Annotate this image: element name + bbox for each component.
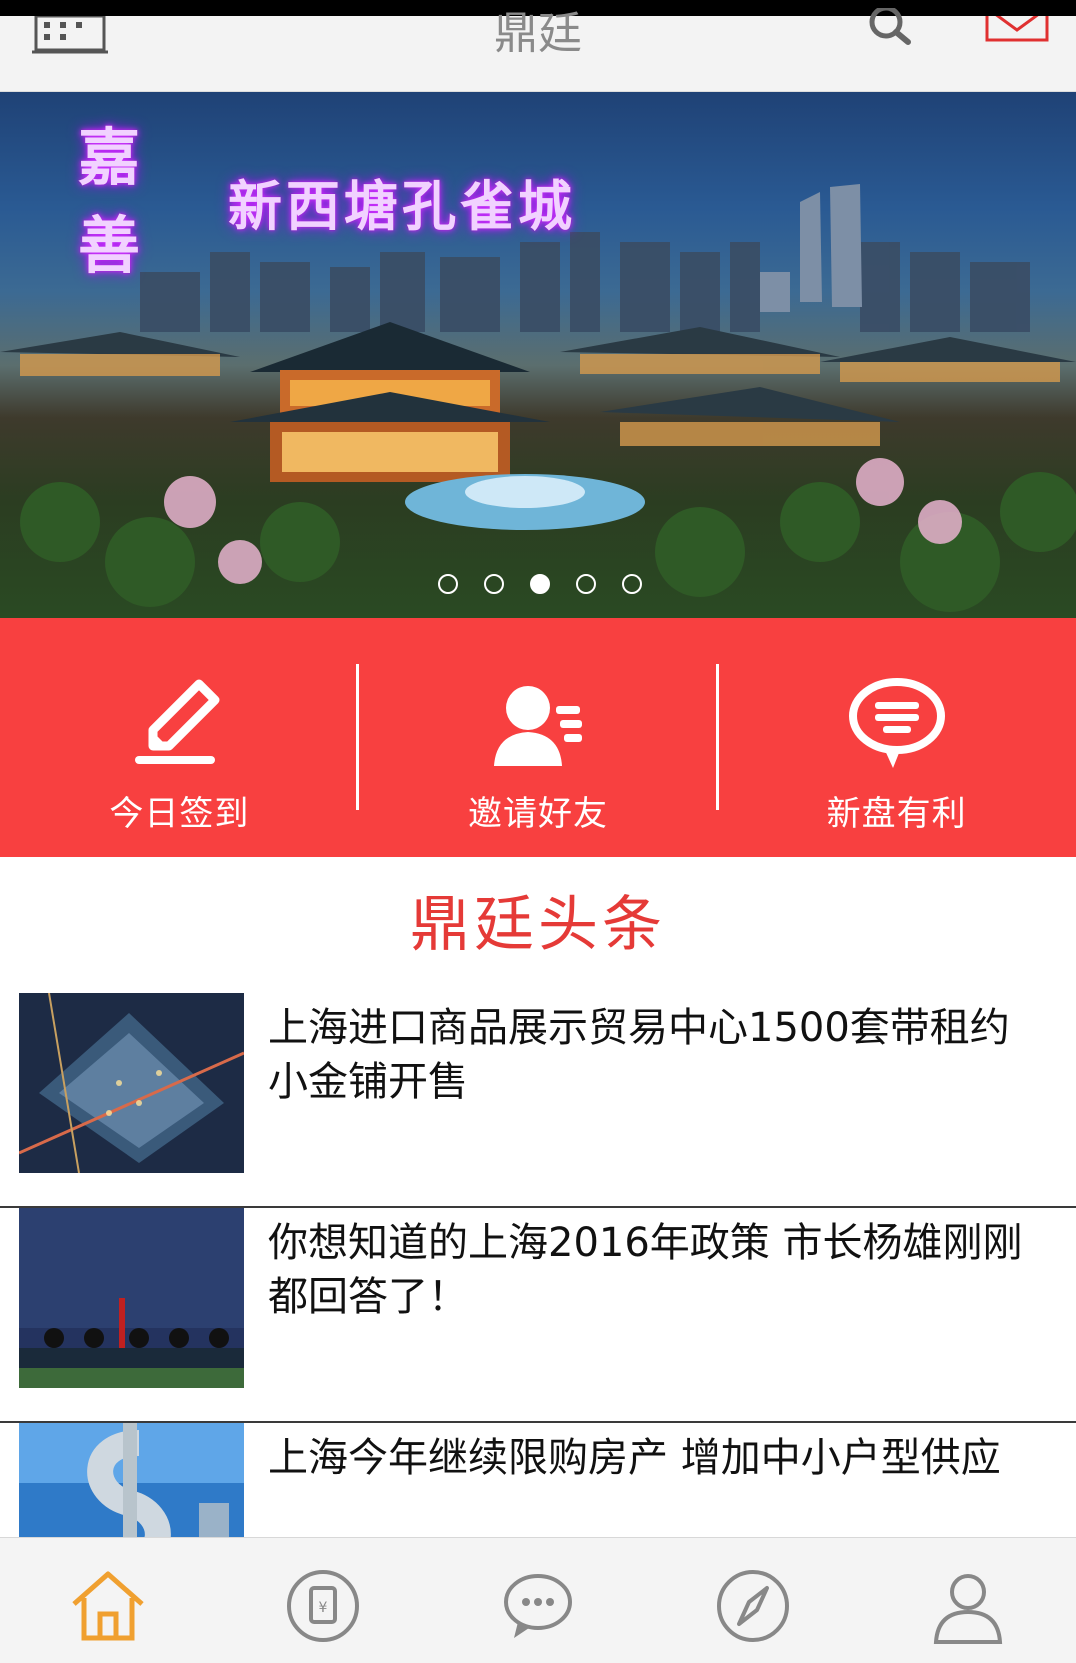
top-app-bar: 鼎廷 <box>0 8 1076 92</box>
compass-icon <box>717 1570 790 1642</box>
bottom-navigation: ¥ <box>0 1537 1076 1663</box>
quick-actions-bar: 今日签到 邀请好友 新盘有利 <box>0 618 1076 857</box>
news-item[interactable]: 你想知道的上海2016年政策 市长杨雄刚刚都回答了！ <box>0 1208 1076 1423</box>
user-icon <box>934 1574 1003 1644</box>
wallet-icon: ¥ <box>286 1570 359 1642</box>
news-title: 你想知道的上海2016年政策 市长杨雄刚刚都回答了！ <box>268 1220 1023 1320</box>
quick-action-label: 新盘有利 <box>826 794 967 834</box>
carousel-dot[interactable] <box>576 574 596 594</box>
carousel-dot[interactable] <box>438 574 458 594</box>
news-thumbnail <box>19 993 244 1173</box>
carousel-dot-active[interactable] <box>530 574 550 594</box>
nav-profile[interactable] <box>861 1538 1076 1663</box>
promo-banner[interactable]: 嘉善 新西塘孔雀城 <box>0 92 1076 618</box>
nav-discover[interactable] <box>646 1538 861 1663</box>
news-thumbnail <box>19 1208 244 1388</box>
news-title: 上海进口商品展示贸易中心1500套带租约小金铺开售 <box>268 1005 1010 1105</box>
section-title: 鼎廷头条 <box>410 890 666 960</box>
pencil-icon <box>135 679 220 764</box>
search-icon[interactable] <box>862 8 922 52</box>
quick-action-checkin[interactable]: 今日签到 <box>0 618 359 857</box>
quick-action-invite[interactable]: 邀请好友 <box>359 618 718 857</box>
banner-brand-text: 嘉善 <box>78 121 141 282</box>
nav-home[interactable] <box>0 1538 215 1663</box>
home-icon <box>71 1571 144 1641</box>
chat-bubble-icon <box>848 678 945 768</box>
mail-icon[interactable] <box>985 16 1049 42</box>
message-icon <box>504 1574 572 1638</box>
news-item[interactable]: 上海进口商品展示贸易中心1500套带租约小金铺开售 <box>0 993 1076 1208</box>
carousel-indicator <box>0 574 1076 594</box>
nav-messages[interactable] <box>430 1538 645 1663</box>
quick-action-label: 邀请好友 <box>468 794 608 834</box>
quick-action-label: 今日签到 <box>109 794 250 834</box>
carousel-dot[interactable] <box>622 574 642 594</box>
invite-friend-icon <box>494 686 582 766</box>
svg-text:¥: ¥ <box>318 1600 327 1616</box>
news-title: 上海今年继续限购房产 增加中小户型供应 <box>268 1435 1001 1481</box>
quick-action-new-property[interactable]: 新盘有利 <box>717 618 1076 857</box>
carousel-dot[interactable] <box>484 574 504 594</box>
nav-wallet[interactable]: ¥ <box>215 1538 430 1663</box>
banner-title-text: 新西塘孔雀城 <box>228 175 576 238</box>
